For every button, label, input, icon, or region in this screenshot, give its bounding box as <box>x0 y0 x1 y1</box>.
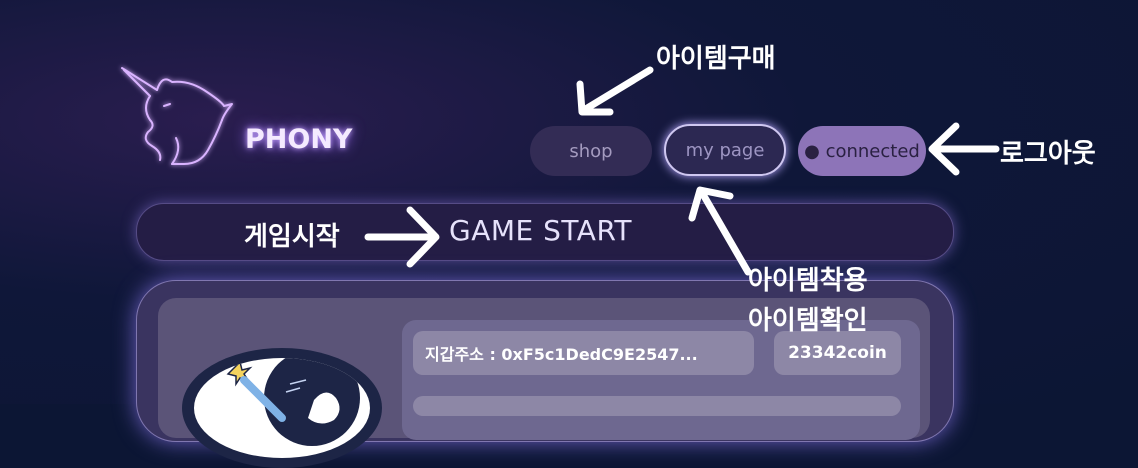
unicorn-avatar-icon <box>226 358 360 446</box>
annotation-game-start: 게임시작 <box>244 222 340 252</box>
coin-balance: 23342coin <box>774 331 901 375</box>
annotation-check-items: 아이템확인 <box>748 306 868 336</box>
annotation-logout: 로그아웃 <box>1000 139 1096 169</box>
unicorn-logo-icon <box>121 67 233 165</box>
game-start-label: GAME START <box>449 214 632 247</box>
shop-button[interactable]: shop <box>530 126 652 176</box>
connected-logout-button[interactable]: ● connected <box>798 126 926 176</box>
annotation-equip-items: 아이템착용 <box>748 266 868 296</box>
annotation-buy-items: 아이템구매 <box>656 44 776 74</box>
avatar <box>194 358 370 458</box>
profile-info-row <box>413 396 901 416</box>
wallet-address: 지갑주소 : 0xF5c1DedC9E2547... <box>413 331 754 375</box>
my-page-button[interactable]: my page <box>664 124 786 176</box>
brand-name: PHONY <box>245 124 353 155</box>
